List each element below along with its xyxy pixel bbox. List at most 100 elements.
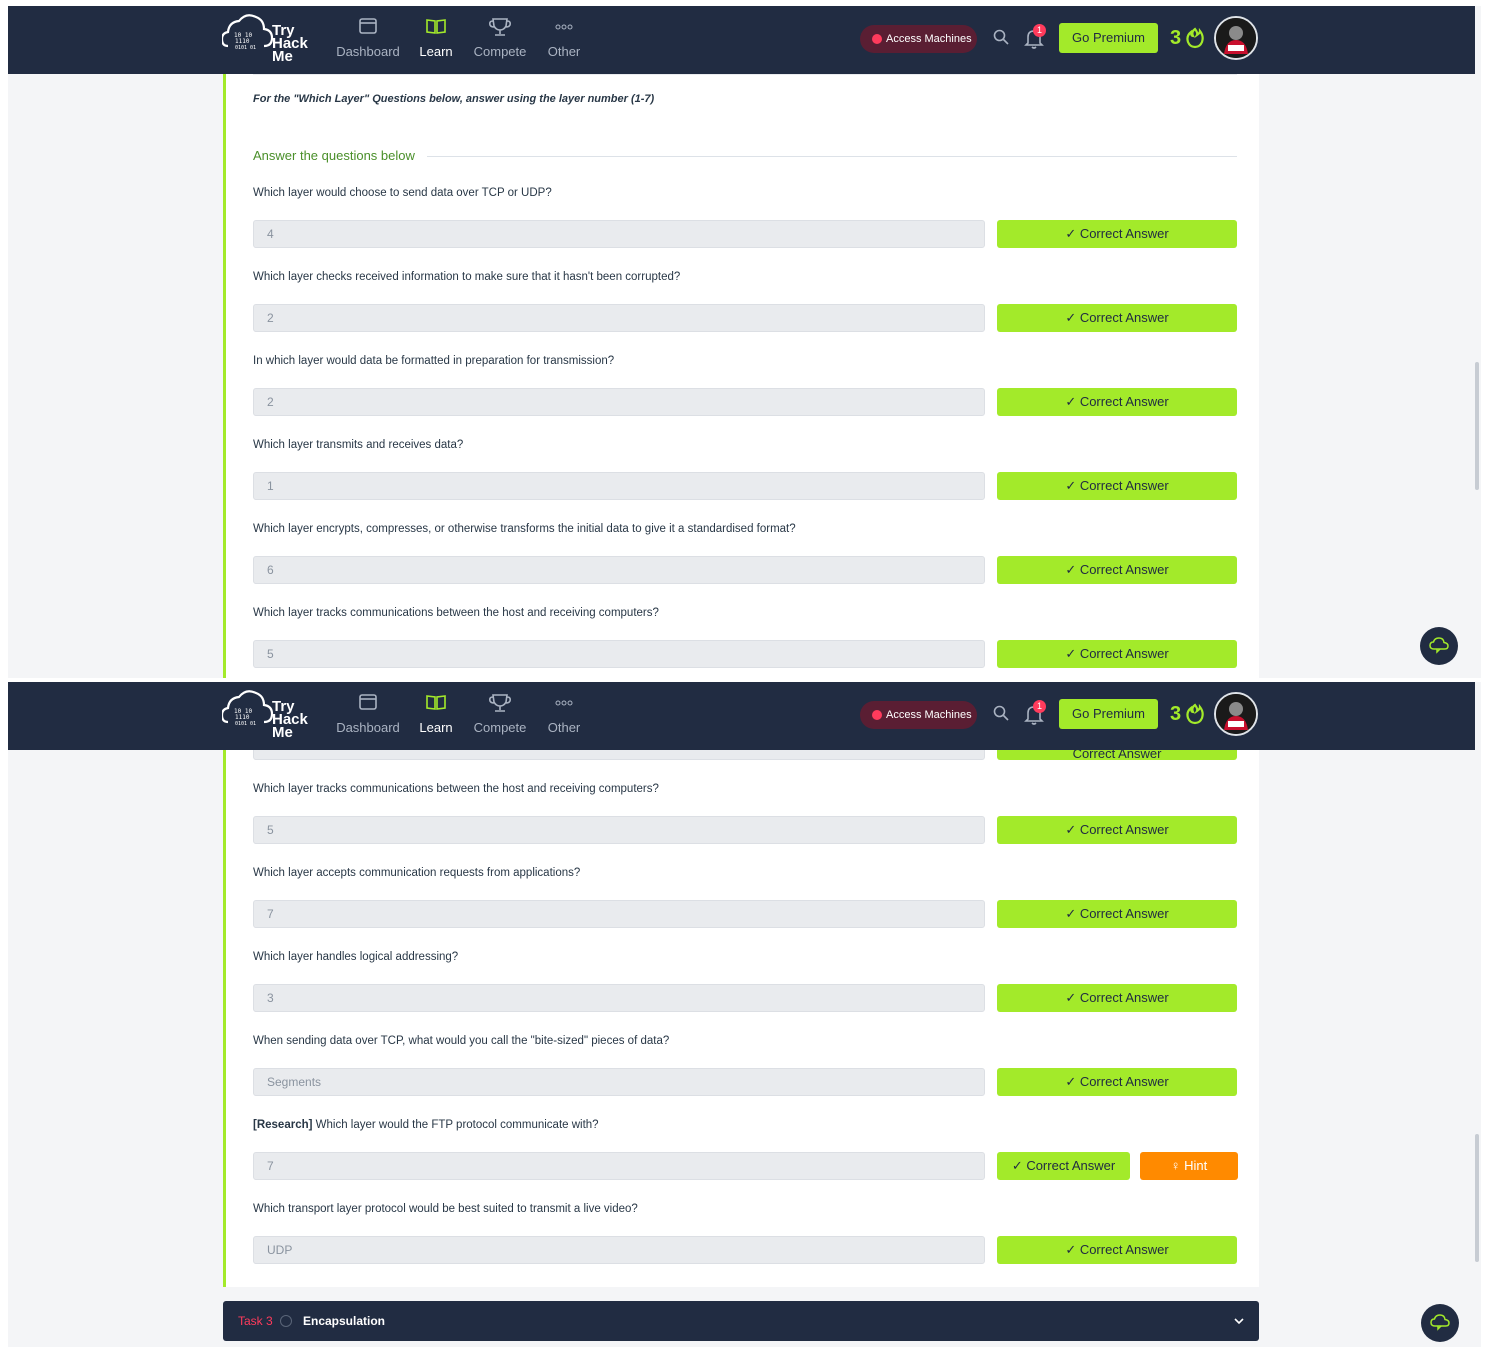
nav-dashboard[interactable]: Dashboard	[330, 14, 406, 66]
notification-badge: 1	[1033, 24, 1046, 37]
question-text: Which layer transmits and receives data?	[253, 439, 464, 451]
book-icon	[426, 695, 446, 710]
nav-learn-label: Learn	[419, 44, 453, 59]
answer-input[interactable]: 5	[253, 816, 985, 844]
instruction-text: For the "Which Layer" Questions below, a…	[253, 93, 655, 105]
nav-other-label: Other	[547, 44, 581, 59]
answer-input[interactable]: 2	[253, 304, 985, 332]
nav-compete[interactable]: Compete	[470, 14, 530, 66]
question-text: In which layer would data be formatted i…	[253, 355, 615, 367]
chat-button[interactable]	[1420, 627, 1458, 665]
section-heading-label: Answer the questions below	[253, 148, 427, 163]
nav-dashboard[interactable]: Dashboard	[330, 690, 406, 742]
search-icon[interactable]	[992, 28, 1010, 46]
streak-count: 3	[1170, 27, 1182, 49]
answer-input[interactable]: 5	[253, 640, 985, 668]
correct-answer-button[interactable]: ✓ Correct Answer	[997, 220, 1237, 248]
correct-answer-button[interactable]: ✓ Correct Answer	[997, 304, 1237, 332]
chat-button[interactable]	[1421, 1304, 1459, 1342]
question-text: Which layer accepts communication reques…	[253, 867, 581, 879]
answer-input[interactable]: 7	[253, 900, 985, 928]
nav-dashboard-label: Dashboard	[336, 720, 400, 735]
window-icon	[359, 694, 377, 710]
answer-input[interactable]: 1	[253, 472, 985, 500]
scrollbar-thumb[interactable]	[1475, 1134, 1479, 1262]
question-text: Which layer tracks communications betwee…	[253, 607, 659, 619]
answer-input[interactable]: 2	[253, 388, 985, 416]
answer-input[interactable]: 6	[253, 556, 985, 584]
answer-input[interactable]: 3	[253, 984, 985, 1012]
nav-compete-label: Compete	[473, 44, 527, 59]
task-card: Correct Answer Which layer tracks commun…	[223, 732, 1259, 1287]
window-icon	[359, 18, 377, 34]
research-tag: [Research]	[253, 1119, 313, 1131]
top-navbar: 10 10 1110 0101 01 Try Hack Me Dashboard L…	[8, 682, 1475, 750]
task-status-circle-icon	[280, 1315, 292, 1327]
nav-learn[interactable]: Learn	[412, 14, 460, 66]
correct-answer-button[interactable]: ✓ Correct Answer	[997, 640, 1237, 668]
flame-icon	[1186, 27, 1204, 49]
correct-answer-button[interactable]: ✓ Correct Answer	[997, 472, 1237, 500]
question-text: Which layer tracks communications betwee…	[253, 783, 659, 795]
task-title: Encapsulation	[303, 1314, 386, 1328]
correct-answer-button[interactable]: ✓ Correct Answer	[997, 900, 1237, 928]
nav-other[interactable]: Other	[542, 14, 586, 66]
task-3-header[interactable]: Task 3 Encapsulation	[223, 1301, 1259, 1341]
go-premium-button[interactable]: Go Premium	[1059, 699, 1158, 729]
status-dot-icon	[872, 710, 882, 720]
nav-learn-label: Learn	[419, 720, 453, 735]
status-dot-icon	[872, 34, 882, 44]
correct-answer-button[interactable]: ✓ Correct Answer	[997, 816, 1237, 844]
nav-learn[interactable]: Learn	[412, 690, 460, 742]
chat-cloud-icon	[1430, 1314, 1450, 1331]
logo-text-me: Me	[272, 48, 293, 65]
correct-answer-button[interactable]: ✓ Correct Answer	[997, 1236, 1237, 1264]
cloud-logo-icon: 10 1011100101 01	[222, 14, 274, 51]
answer-input[interactable]: Segments	[253, 1068, 985, 1096]
nav-other[interactable]: Other	[542, 690, 586, 742]
task-card: For the "Which Layer" Questions below, a…	[223, 72, 1259, 678]
avatar-image	[1216, 18, 1256, 58]
nav-dashboard-label: Dashboard	[336, 44, 400, 59]
avatar-image	[1216, 694, 1256, 734]
answer-input[interactable]: 4	[253, 220, 985, 248]
svg-text:0101 01: 0101 01	[235, 45, 256, 51]
user-avatar[interactable]	[1214, 16, 1258, 60]
svg-text:0101 01: 0101 01	[235, 721, 256, 727]
correct-answer-button[interactable]: ✓ Correct Answer	[997, 556, 1237, 584]
cloud-logo-icon: 10 1011100101 01	[222, 690, 274, 727]
question-body: Which layer would the FTP protocol commu…	[312, 1119, 599, 1131]
answer-input[interactable]: 7	[253, 1152, 985, 1180]
dots-icon	[555, 700, 573, 706]
search-icon[interactable]	[992, 704, 1010, 722]
answer-section-heading: Answer the questions below	[253, 148, 1237, 164]
screenshot-top: For the "Which Layer" Questions below, a…	[8, 6, 1481, 678]
flame-icon	[1186, 703, 1204, 725]
access-machines-button[interactable]: Access Machines	[860, 25, 977, 53]
tryhackme-logo[interactable]: 10 10 1110 0101 01 Try Hack Me	[222, 12, 318, 68]
trophy-icon	[489, 694, 511, 712]
question-text: Which layer checks received information …	[253, 271, 681, 283]
logo-text-me: Me	[272, 724, 293, 741]
question-text: Which layer would choose to send data ov…	[253, 187, 552, 199]
task-number: Task 3	[238, 1314, 273, 1328]
book-icon	[426, 19, 446, 34]
user-avatar[interactable]	[1214, 692, 1258, 736]
access-machines-label: Access Machines	[886, 709, 972, 721]
svg-text:1110: 1110	[235, 714, 250, 721]
tryhackme-logo[interactable]: 10 10 1110 0101 01 Try Hack Me	[222, 688, 318, 744]
nav-compete[interactable]: Compete	[470, 690, 530, 742]
question-text: [Research] Which layer would the FTP pro…	[253, 1119, 599, 1131]
scrollbar-thumb[interactable]	[1475, 362, 1479, 490]
streak-count: 3	[1170, 703, 1182, 725]
trophy-icon	[489, 18, 511, 36]
hint-button[interactable]: ♀ Hint	[1140, 1152, 1238, 1180]
top-navbar: 10 10 1110 0101 01 Try Hack Me Dashboard L…	[8, 6, 1475, 74]
correct-answer-button[interactable]: ✓ Correct Answer	[997, 984, 1237, 1012]
correct-answer-button[interactable]: ✓ Correct Answer	[997, 388, 1237, 416]
answer-input[interactable]: UDP	[253, 1236, 985, 1264]
access-machines-button[interactable]: Access Machines	[860, 701, 977, 729]
go-premium-button[interactable]: Go Premium	[1059, 23, 1158, 53]
correct-answer-button[interactable]: ✓ Correct Answer	[997, 1152, 1130, 1180]
correct-answer-button[interactable]: ✓ Correct Answer	[997, 1068, 1237, 1096]
